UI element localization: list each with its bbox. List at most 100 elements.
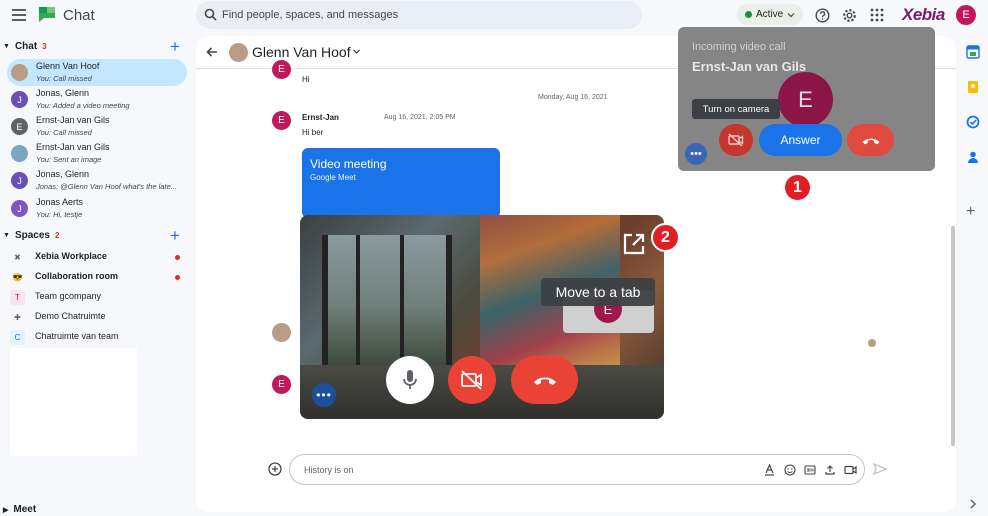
gear-icon[interactable] bbox=[842, 8, 857, 23]
tasks-icon[interactable] bbox=[966, 115, 980, 129]
spaces-unread-count: 2 bbox=[54, 231, 60, 240]
chat-preview: You: Added a video meeting bbox=[36, 101, 130, 110]
sidebar-blank-panel bbox=[10, 348, 137, 456]
chevron-down-icon[interactable] bbox=[352, 47, 361, 56]
unread-dot bbox=[175, 275, 180, 280]
gif-icon[interactable] bbox=[804, 464, 816, 476]
chevron-down-icon: ▼ bbox=[3, 232, 10, 239]
space-icon: ✖ bbox=[14, 253, 21, 262]
contact-name[interactable]: Glenn Van Hoof bbox=[252, 44, 351, 60]
upload-icon[interactable] bbox=[824, 464, 836, 476]
end-call-button[interactable] bbox=[511, 356, 578, 404]
chat-preview: You: Call missed bbox=[36, 128, 92, 137]
callout-marker-2: 2 bbox=[651, 223, 680, 252]
chat-list-item[interactable]: J Jonas, Glenn You: Added a video meeting bbox=[7, 86, 187, 113]
microphone-button[interactable] bbox=[386, 356, 434, 404]
meet-section-label: Meet bbox=[13, 504, 37, 515]
contacts-icon[interactable] bbox=[966, 150, 980, 164]
chat-list-item[interactable]: Glenn Van Hoof You: Call missed bbox=[7, 59, 187, 86]
space-list-item[interactable]: C Chatruimte van team bbox=[10, 327, 188, 347]
spaces-section-label: Spaces bbox=[14, 230, 50, 241]
space-list-item[interactable]: T Team gcompany bbox=[10, 287, 188, 307]
apps-grid-icon[interactable] bbox=[870, 8, 884, 22]
caller-avatar: E bbox=[778, 72, 833, 127]
add-addon-plus-icon[interactable]: + bbox=[966, 204, 980, 220]
read-receipt-avatar bbox=[868, 339, 876, 347]
chat-preview: You: Sent an image bbox=[36, 155, 102, 164]
status-dot bbox=[745, 11, 752, 18]
status-selector[interactable]: Active bbox=[737, 4, 803, 25]
chat-avatar: E bbox=[11, 118, 28, 135]
chevron-right-icon: ▶ bbox=[3, 506, 9, 514]
hang-up-icon bbox=[532, 373, 558, 387]
brand-logo: Xebia bbox=[902, 5, 945, 24]
help-icon[interactable] bbox=[815, 8, 830, 23]
sender-avatar: E bbox=[272, 375, 291, 394]
chevron-right-icon[interactable] bbox=[966, 497, 980, 511]
emoji-icon[interactable] bbox=[784, 464, 796, 476]
format-text-icon[interactable] bbox=[764, 464, 775, 476]
video-call-icon[interactable] bbox=[844, 464, 857, 476]
keep-icon[interactable] bbox=[966, 80, 980, 94]
answer-button[interactable]: Answer bbox=[759, 124, 842, 156]
chat-preview: Jonas: @Glenn Van Hoof what's the late..… bbox=[36, 182, 177, 191]
video-meeting-card[interactable]: Video meeting Google Meet bbox=[302, 148, 500, 218]
search-bar[interactable] bbox=[196, 1, 642, 29]
message-input[interactable] bbox=[304, 455, 724, 484]
add-circle-icon[interactable] bbox=[268, 462, 282, 476]
space-list-item[interactable]: ✖ Xebia Workplace bbox=[10, 247, 188, 267]
open-in-new-tab-icon[interactable] bbox=[622, 232, 646, 256]
sender-name: Ernst-Jan bbox=[302, 113, 339, 122]
space-icon: C bbox=[10, 330, 25, 345]
more-options-icon[interactable]: ••• bbox=[685, 143, 707, 165]
space-list-item[interactable]: ✚ Demo Chatruimte bbox=[10, 307, 188, 327]
turn-on-camera-button[interactable] bbox=[719, 124, 753, 156]
back-arrow-icon[interactable] bbox=[205, 45, 219, 59]
space-name: Team gcompany bbox=[35, 291, 102, 301]
chat-list-item[interactable]: E Ernst-Jan van Gils You: Call missed bbox=[7, 113, 187, 140]
callout-marker-1: 1 bbox=[783, 173, 812, 202]
chat-preview: You: Hi, testje bbox=[36, 210, 83, 219]
search-input[interactable] bbox=[222, 1, 622, 29]
chevron-down-icon bbox=[787, 11, 795, 19]
chat-avatar: J bbox=[11, 172, 28, 189]
status-label: Active bbox=[756, 9, 784, 20]
decline-call-button[interactable] bbox=[847, 124, 894, 156]
scrollbar[interactable] bbox=[951, 226, 955, 446]
calendar-icon[interactable] bbox=[966, 45, 980, 59]
contact-avatar bbox=[272, 323, 291, 342]
date-divider: Monday, Aug 16, 2021 bbox=[538, 94, 608, 101]
spaces-section-header[interactable]: ▼ Spaces 2 bbox=[3, 230, 183, 241]
chat-list-item[interactable]: J Jonas Aerts You: Hi, testje bbox=[7, 195, 187, 222]
sender-avatar: E bbox=[272, 111, 291, 130]
chat-list-item[interactable]: J Jonas, Glenn Jonas: @Glenn Van Hoof what… bbox=[7, 167, 187, 194]
camera-off-icon bbox=[460, 370, 484, 390]
chat-name: Jonas Aerts bbox=[36, 197, 84, 207]
message-composer[interactable] bbox=[289, 454, 865, 485]
camera-off-icon bbox=[728, 133, 744, 147]
incoming-call-popup: Incoming video call Ernst-Jan van Gils E… bbox=[678, 27, 935, 171]
message-timestamp: Aug 16, 2021, 2:05 PM bbox=[384, 114, 456, 121]
camera-off-button[interactable] bbox=[448, 356, 496, 404]
message-text: Hi ber bbox=[302, 128, 324, 137]
contact-avatar bbox=[229, 43, 248, 62]
account-avatar[interactable]: E bbox=[956, 5, 976, 25]
chat-section-header[interactable]: ▼ Chat 3 bbox=[3, 41, 183, 52]
new-space-plus-icon[interactable]: + bbox=[170, 226, 180, 246]
chat-avatar: J bbox=[11, 91, 28, 108]
app-title: Chat bbox=[63, 7, 95, 24]
space-list-item[interactable]: 😎 Collaboration room bbox=[10, 267, 188, 287]
unread-dot bbox=[175, 255, 180, 260]
more-options-icon[interactable]: ••• bbox=[312, 383, 336, 407]
chat-preview: You: Call missed bbox=[36, 74, 92, 83]
chat-section-label: Chat bbox=[14, 41, 38, 52]
send-icon[interactable] bbox=[873, 462, 887, 476]
chat-list-item[interactable]: Ernst-Jan van Gils You: Sent an image bbox=[7, 140, 187, 167]
space-name: Chatruimte van team bbox=[35, 331, 119, 341]
space-name: Collaboration room bbox=[35, 271, 118, 281]
space-icon: ✚ bbox=[14, 313, 21, 322]
chat-name: Jonas, Glenn bbox=[36, 169, 90, 179]
meet-section-header[interactable]: ▶ Meet bbox=[3, 504, 36, 515]
main-menu-icon[interactable] bbox=[10, 6, 28, 24]
new-chat-plus-icon[interactable]: + bbox=[170, 37, 180, 57]
